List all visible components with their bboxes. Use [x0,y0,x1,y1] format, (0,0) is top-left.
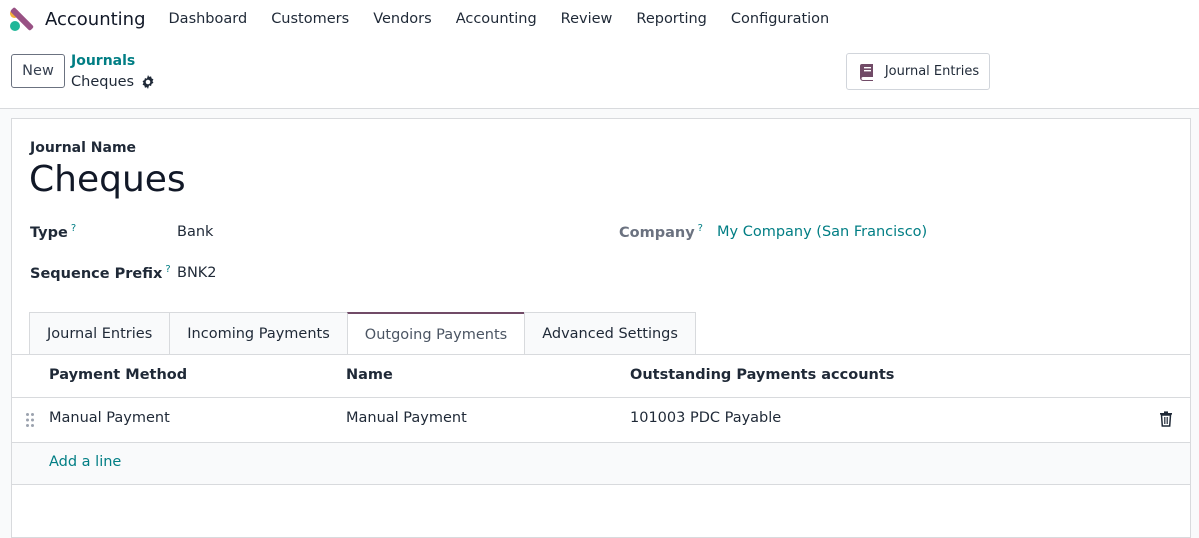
gear-icon[interactable] [141,75,155,89]
cell-name[interactable]: Manual Payment [346,410,467,426]
new-button[interactable]: New [11,54,65,88]
breadcrumb: Journals Cheques [71,52,155,92]
form-sheet: Journal Name Cheques Type? Bank Sequence… [11,118,1191,538]
company-label: Company? [619,223,703,241]
sequence-prefix-label: Sequence Prefix? [30,264,171,282]
cell-outstanding-account[interactable]: 101003 PDC Payable [630,410,781,426]
company-field[interactable]: My Company (San Francisco) [717,224,927,240]
form-tabs: Journal Entries Incoming Payments Outgoi… [29,312,696,355]
top-navbar: Accounting Dashboard Customers Vendors A… [0,0,1199,38]
menu-item-configuration[interactable]: Configuration [719,0,841,38]
book-icon [859,63,873,81]
menu-item-accounting[interactable]: Accounting [444,0,549,38]
column-name[interactable]: Name [346,367,393,383]
add-line-row: Add a line [12,443,1190,485]
tab-incoming-payments[interactable]: Incoming Payments [169,312,348,354]
menu-item-review[interactable]: Review [549,0,625,38]
table-row[interactable]: Manual Payment Manual Payment 101003 PDC… [12,398,1190,443]
type-label: Type? [30,223,76,241]
column-outstanding-accounts[interactable]: Outstanding Payments accounts [630,367,894,383]
tab-outgoing-payments[interactable]: Outgoing Payments [346,312,526,355]
add-line-link[interactable]: Add a line [49,454,121,470]
company-label-text: Company [619,224,695,241]
menu-item-reporting[interactable]: Reporting [624,0,719,38]
breadcrumb-current: Cheques [71,72,155,92]
main-menu: Dashboard Customers Vendors Accounting R… [157,0,842,38]
cell-payment-method[interactable]: Manual Payment [49,410,170,426]
menu-item-customers[interactable]: Customers [259,0,361,38]
breadcrumb-current-label: Cheques [71,74,135,90]
sequence-prefix-label-text: Sequence Prefix [30,265,163,282]
journal-name-field[interactable]: Cheques [29,159,186,200]
company-help-icon[interactable]: ? [698,223,703,234]
journal-entries-label: Journal Entries [884,64,980,79]
drag-handle-icon[interactable] [25,412,35,428]
app-logo-icon [9,6,35,32]
type-field[interactable]: Bank [177,224,213,240]
menu-item-dashboard[interactable]: Dashboard [157,0,260,38]
sequence-prefix-field[interactable]: BNK2 [177,265,217,281]
type-help-icon[interactable]: ? [71,223,76,234]
control-panel: New Journals Cheques Journal Entries [0,38,1199,109]
sequence-help-icon[interactable]: ? [165,264,170,275]
trash-icon[interactable] [1159,411,1173,427]
column-payment-method[interactable]: Payment Method [49,367,187,383]
menu-item-vendors[interactable]: Vendors [361,0,444,38]
breadcrumb-journals-link[interactable]: Journals [71,52,155,70]
brand[interactable]: Accounting [9,6,146,32]
tab-advanced-settings[interactable]: Advanced Settings [524,312,696,354]
type-label-text: Type [30,224,68,241]
tab-journal-entries[interactable]: Journal Entries [29,312,171,354]
journal-entries-button[interactable]: Journal Entries [846,53,990,90]
app-name[interactable]: Accounting [45,9,146,30]
table-header: Payment Method Name Outstanding Payments… [12,355,1190,398]
journal-name-label: Journal Name [30,140,137,156]
